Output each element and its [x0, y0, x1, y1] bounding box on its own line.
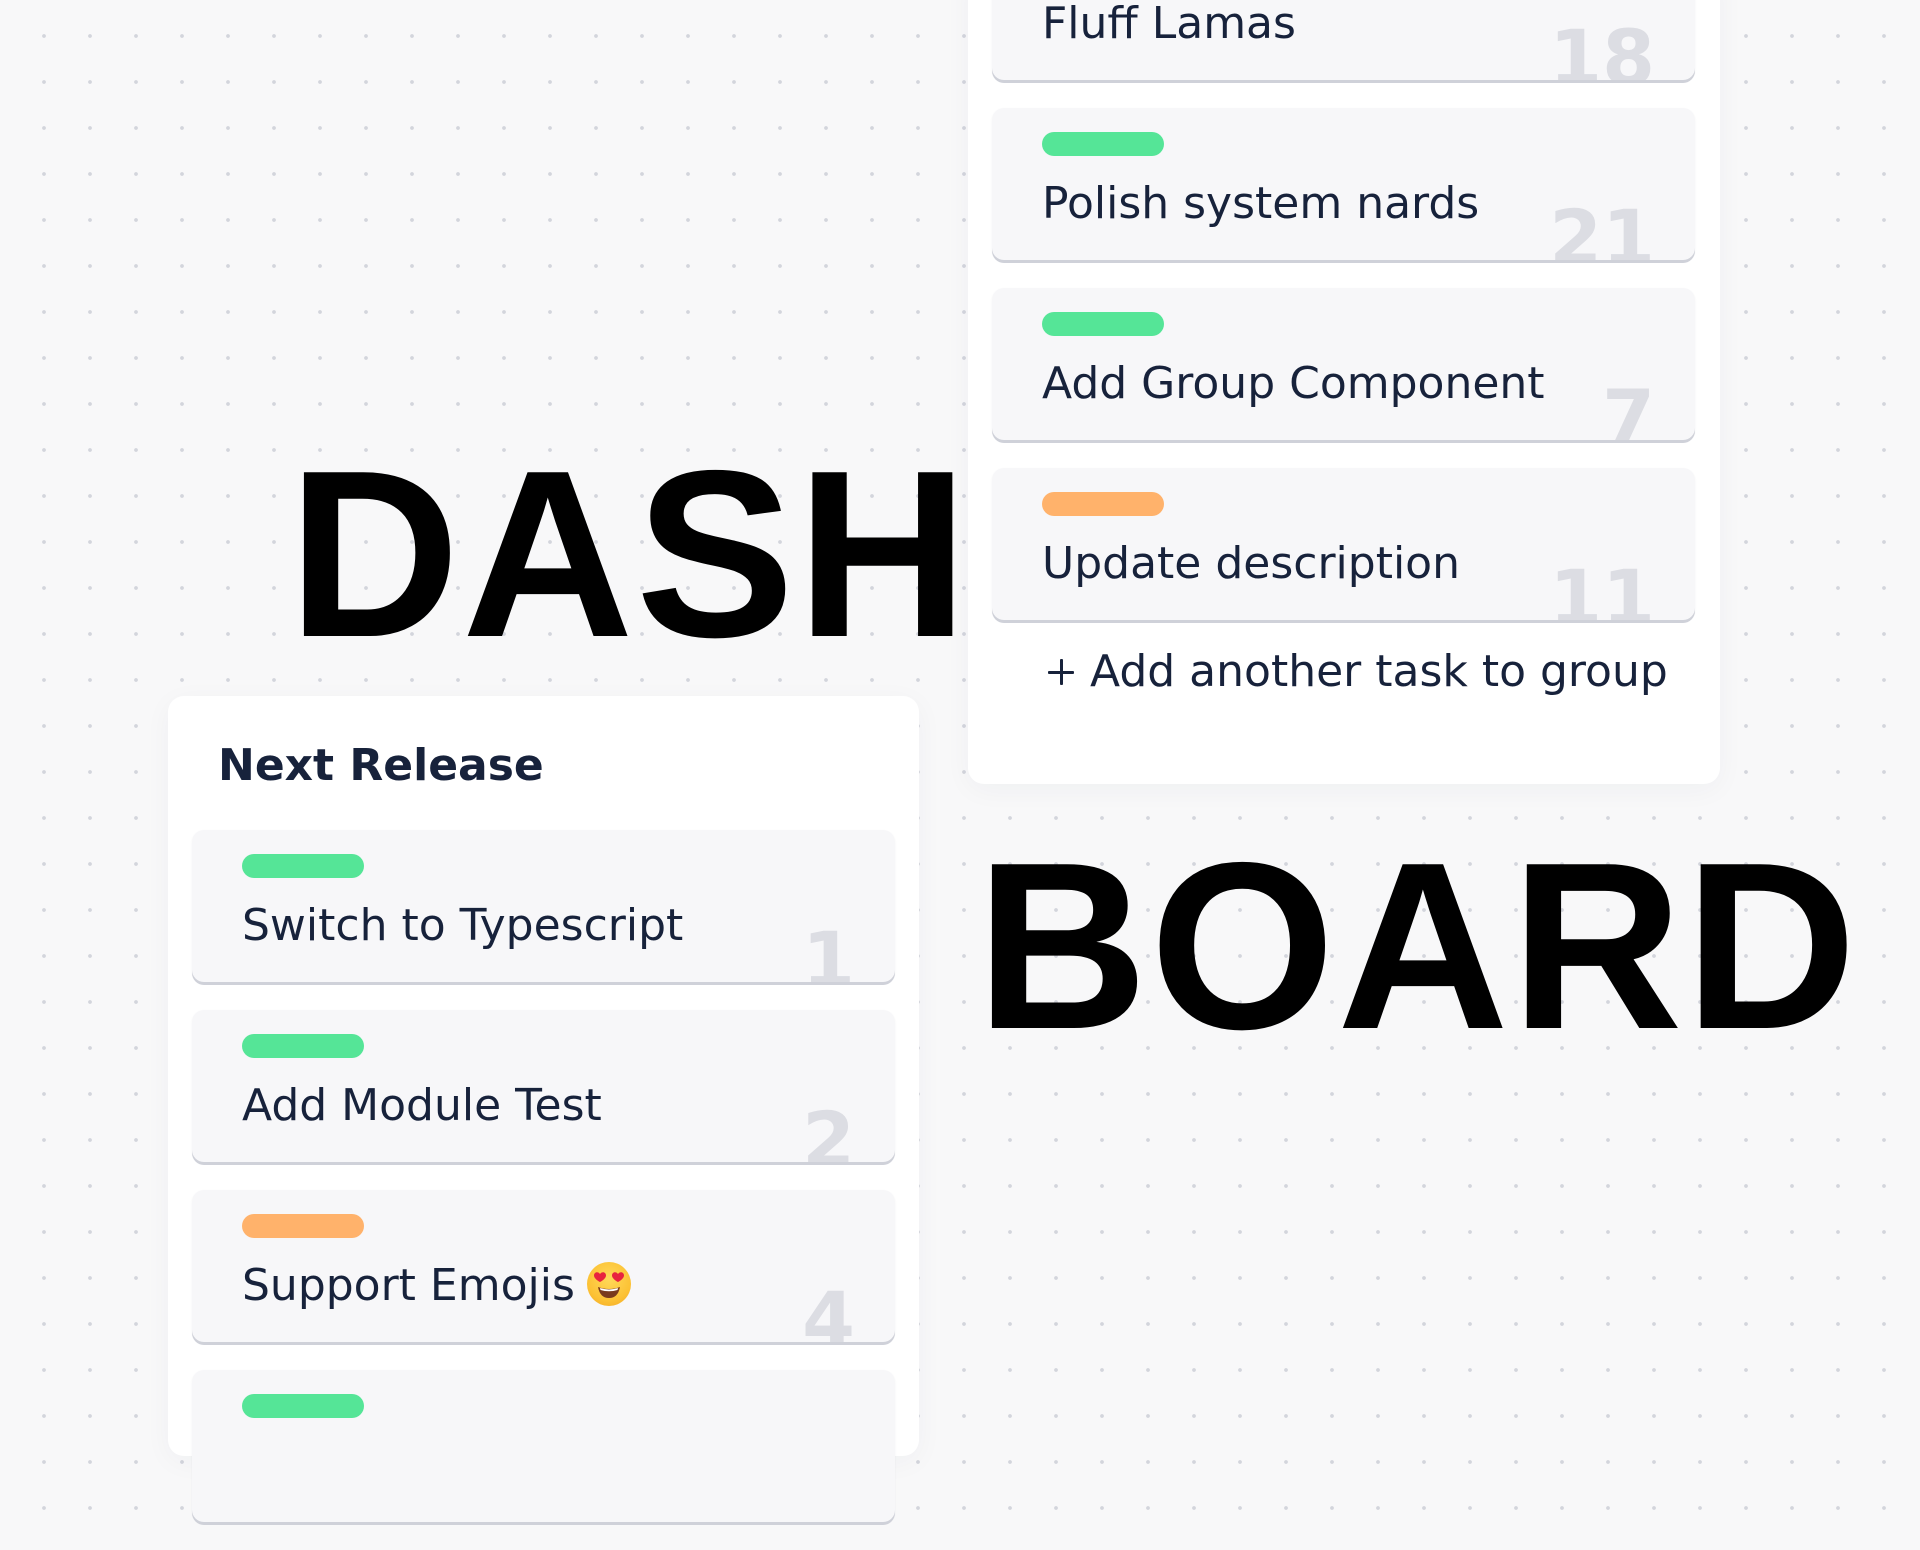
heart-eyes-emoji-icon	[586, 1262, 631, 1306]
task-number: 7	[1602, 373, 1655, 441]
task-group-column-next-release: Next Release Switch to Typescript 1 Add …	[168, 696, 919, 1522]
task-card[interactable]: Add Module Test 2	[192, 1010, 895, 1162]
plus-icon	[1048, 658, 1074, 685]
task-tag-green	[242, 1034, 364, 1058]
task-number: 1	[802, 915, 855, 983]
task-card[interactable]: Update description 11	[992, 468, 1695, 620]
task-title: Switch to Typescript	[242, 900, 684, 951]
task-title: Add Module Test	[242, 1080, 602, 1131]
task-tag-green	[242, 854, 364, 878]
headline-board: BOARD	[976, 814, 1859, 1079]
task-group-column: Fluff Lamas 18 Polish system nards 21 Ad…	[968, 0, 1720, 784]
task-title: Polish system nards	[1042, 178, 1480, 229]
task-title: Fluff Lamas	[1042, 0, 1296, 49]
task-tag-orange	[1042, 492, 1164, 516]
task-card[interactable]: Polish system nards 21	[992, 108, 1695, 260]
task-number: 2	[802, 1095, 855, 1163]
task-tag-green	[1042, 132, 1164, 156]
add-task-label: Add another task to group	[1090, 646, 1668, 697]
add-task-button[interactable]: Add another task to group	[1048, 646, 1668, 697]
task-number: 4	[802, 1275, 855, 1343]
task-list: Switch to Typescript 1 Add Module Test 2…	[192, 830, 895, 1550]
headline-dash: DASH	[288, 422, 971, 687]
task-title-text: Support Emojis	[242, 1260, 575, 1311]
task-number: 18	[1549, 13, 1655, 81]
task-number: 21	[1549, 193, 1655, 261]
task-tag-orange	[242, 1214, 364, 1238]
task-card[interactable]: Switch to Typescript 1	[192, 830, 895, 982]
task-title: Support Emojis	[242, 1260, 631, 1311]
task-card[interactable]: Support Emojis 4	[192, 1190, 895, 1342]
task-title: Add Group Component	[1042, 358, 1545, 409]
task-list: Fluff Lamas 18 Polish system nards 21 Ad…	[992, 0, 1695, 648]
task-tag-green	[242, 1394, 364, 1418]
task-card[interactable]: Add Group Component 7	[992, 288, 1695, 440]
task-card[interactable]	[192, 1370, 895, 1522]
task-number: 11	[1549, 553, 1655, 621]
task-title: Update description	[1042, 538, 1460, 589]
task-card[interactable]: Fluff Lamas 18	[992, 0, 1695, 80]
task-tag-green	[1042, 312, 1164, 336]
group-title: Next Release	[218, 740, 544, 791]
